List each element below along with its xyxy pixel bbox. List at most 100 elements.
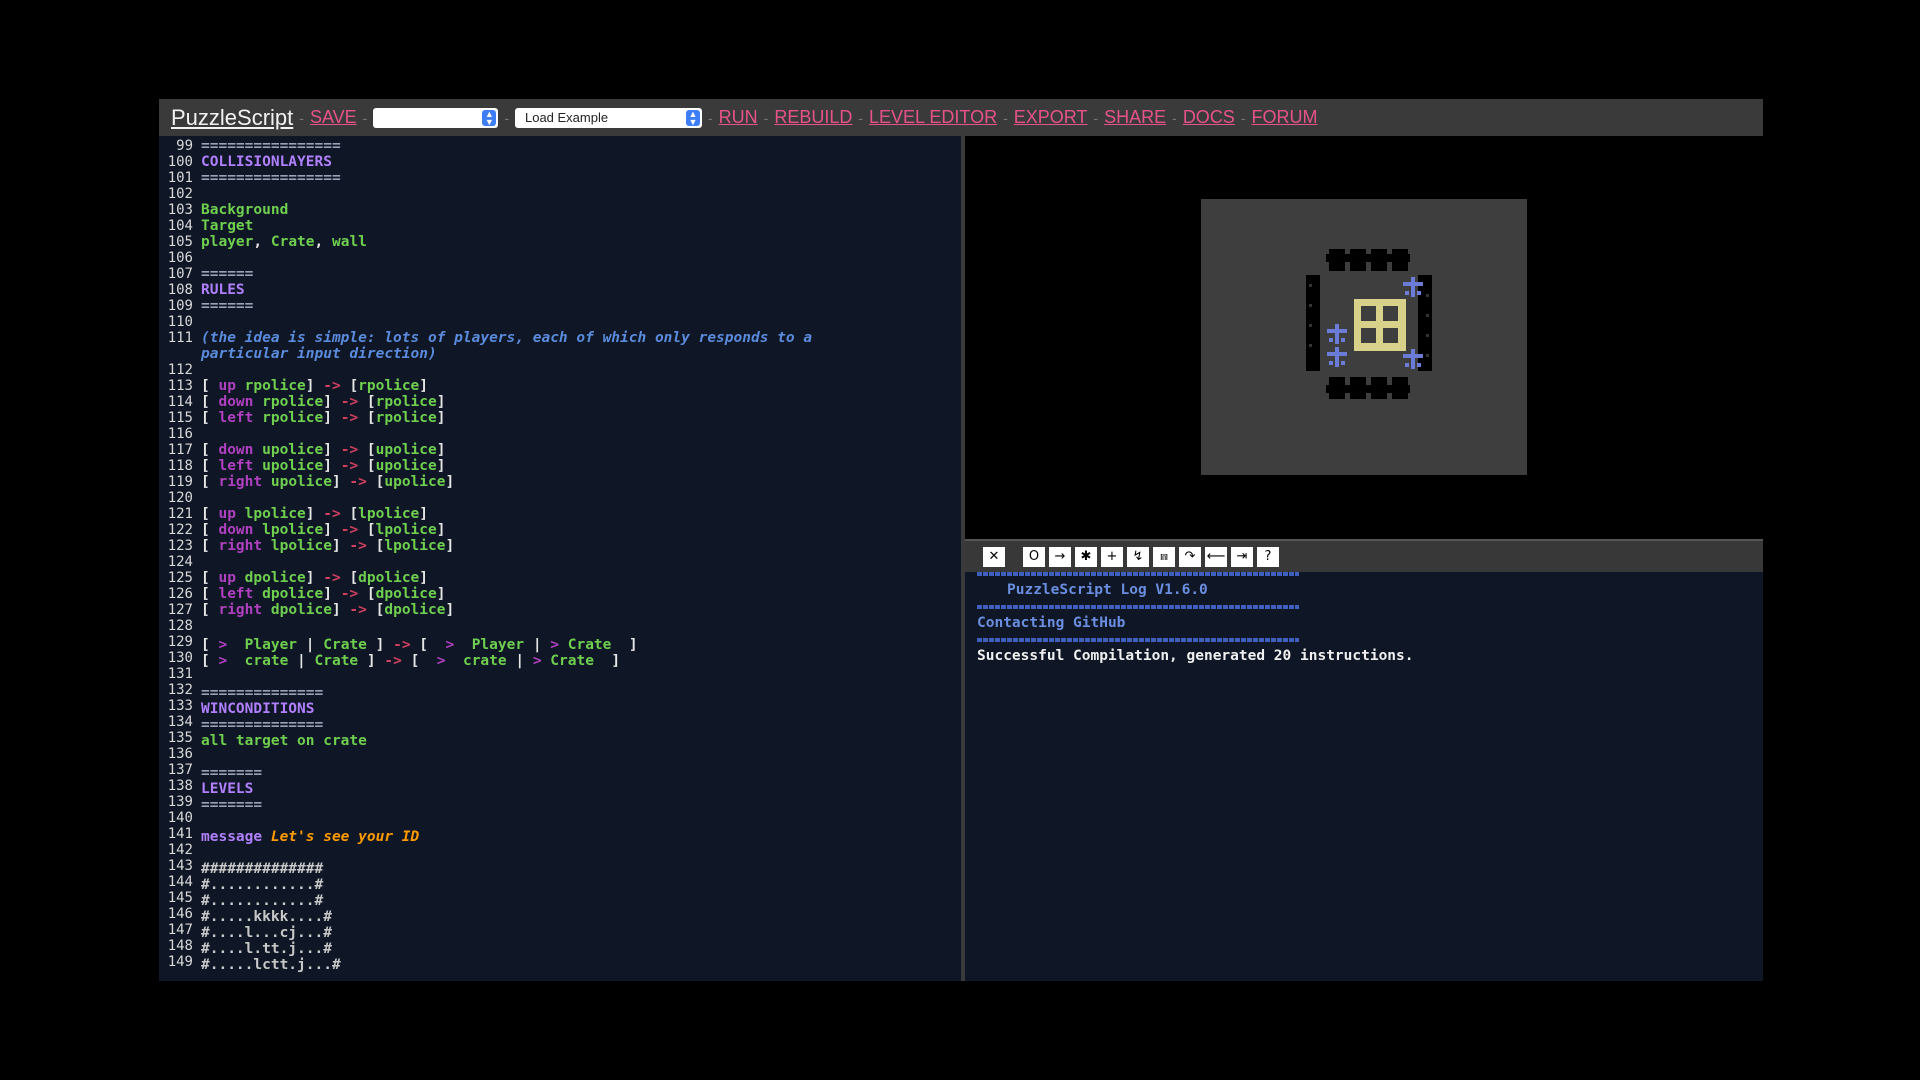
line-number: 149	[167, 954, 193, 970]
token: ->	[331, 442, 367, 458]
token: ]	[305, 570, 315, 586]
token: [	[201, 538, 219, 554]
docs-link[interactable]: DOCS	[1183, 107, 1235, 128]
line-number: 117	[167, 442, 193, 458]
token: ]	[419, 378, 429, 394]
token: down	[218, 522, 254, 538]
token: Player	[454, 637, 533, 653]
token: [	[349, 506, 359, 522]
wall-bottom	[1326, 377, 1410, 399]
level-line: #....l...cj...#	[201, 925, 332, 941]
token: ]	[331, 602, 341, 618]
forum-link[interactable]: FORUM	[1252, 107, 1318, 128]
separator: -	[299, 109, 304, 126]
token: [	[366, 586, 376, 602]
line-number: 135	[167, 730, 193, 746]
token: ,	[253, 234, 271, 250]
swap-icon[interactable]: ⩎	[1153, 546, 1175, 567]
help-icon[interactable]: ?	[1257, 546, 1279, 567]
game-view[interactable]	[965, 136, 1763, 539]
action-icon[interactable]: O	[1023, 546, 1045, 567]
saved-games-select[interactable]: ▲ ▼	[373, 107, 499, 128]
load-example-value: Load Example	[524, 109, 609, 125]
token: >	[445, 637, 455, 653]
token: ->	[331, 522, 367, 538]
token: ]	[419, 506, 429, 522]
line-number: 103	[167, 202, 193, 218]
line-number: 99	[176, 138, 193, 154]
token: lpolice	[358, 506, 420, 522]
line-number: 142	[167, 842, 193, 858]
log-separator	[977, 572, 1299, 576]
token: ->	[331, 410, 367, 426]
code-editor[interactable]: 99 100 101 102 103 104 105 106 107 108 109 110 111 11…	[159, 136, 961, 981]
separator: -	[362, 109, 368, 126]
token: ->	[340, 602, 376, 618]
rule-line: [ left dpolice] -> [dpolice]	[201, 586, 445, 602]
token: ]	[436, 394, 446, 410]
game-canvas[interactable]	[1201, 199, 1527, 475]
line-number-gutter: 99 100 101 102 103 104 105 106 107 108 109 110 111 11…	[159, 136, 197, 981]
token: [	[201, 602, 219, 618]
code-line: all target on crate	[201, 733, 367, 749]
right-icon[interactable]: →	[1049, 546, 1071, 567]
code-line: [ > crate | Crate ] -> [ > crate | > Cra…	[201, 653, 620, 669]
zigzag-icon[interactable]: ↯	[1127, 546, 1149, 567]
token: dpolice	[235, 570, 306, 586]
token: Let's see your ID	[262, 829, 420, 845]
redo-icon[interactable]: ↷	[1179, 546, 1201, 567]
level-editor-link[interactable]: LEVEL EDITOR	[869, 107, 997, 128]
section-header: COLLISIONLAYERS	[201, 154, 332, 170]
token: |	[515, 653, 533, 669]
export-link[interactable]: EXPORT	[1014, 107, 1088, 128]
token: lpolice	[375, 522, 437, 538]
token: ]	[445, 602, 455, 618]
token: upolice	[375, 442, 437, 458]
token: >	[550, 637, 560, 653]
token: Crate	[323, 637, 376, 653]
crate-sprite	[1354, 299, 1406, 351]
line-number: 148	[167, 938, 193, 954]
line-number: 122	[167, 522, 193, 538]
load-example-select[interactable]: Load Example ▲ ▼	[514, 107, 702, 128]
token: ]	[419, 570, 429, 586]
line-number: 125	[167, 570, 193, 586]
rebuild-link[interactable]: REBUILD	[774, 107, 852, 128]
level-line: #....l.tt.j...#	[201, 941, 332, 957]
run-link[interactable]: RUN	[719, 107, 758, 128]
close-icon[interactable]: ✕	[983, 546, 1005, 567]
code-line: Target	[201, 218, 254, 234]
logo-link[interactable]: PuzzleScript	[171, 105, 293, 131]
token: ->	[384, 653, 402, 669]
token: lpolice	[253, 522, 324, 538]
token: [	[201, 442, 219, 458]
token: [	[201, 522, 219, 538]
top-toolbar: PuzzleScript - SAVE - ▲ ▼ - Load Example …	[159, 99, 1763, 136]
token: ]	[323, 394, 332, 410]
line-number: 136	[167, 746, 193, 762]
save-link[interactable]: SAVE	[310, 107, 357, 128]
share-link[interactable]: SHARE	[1104, 107, 1166, 128]
plus-icon[interactable]: +	[1101, 546, 1123, 567]
token: [	[201, 474, 219, 490]
indent-icon[interactable]: ⇥	[1231, 546, 1253, 567]
separator: -	[1240, 109, 1246, 126]
log-status: Successful Compilation, generated 20 ins…	[977, 648, 1414, 664]
token: [	[366, 394, 376, 410]
puzzlescript-app: PuzzleScript - SAVE - ▲ ▼ - Load Example …	[159, 99, 1763, 981]
token: up	[218, 570, 236, 586]
token: dpolice	[384, 602, 446, 618]
undo-icon[interactable]: ⟵	[1205, 546, 1227, 567]
token: ]	[323, 522, 332, 538]
token: crate	[227, 653, 298, 669]
token: wall	[331, 234, 367, 250]
line-number: 139	[167, 794, 193, 810]
code-line: ======	[201, 298, 254, 314]
token: ->	[393, 637, 411, 653]
token: ]	[611, 653, 621, 669]
code-line: ======	[201, 266, 254, 282]
star-icon[interactable]: ✱	[1075, 546, 1097, 567]
token: Player	[227, 637, 306, 653]
token: ]	[436, 586, 446, 602]
token: lpolice	[235, 506, 306, 522]
